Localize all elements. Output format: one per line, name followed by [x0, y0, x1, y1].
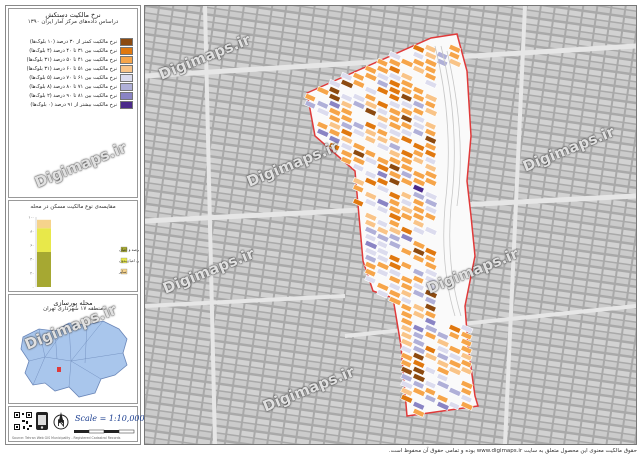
legend-item: نرخ مالکیت بین ۳۱ تا ۴۰ درصد (۴ بلوک‌ها) [13, 46, 133, 55]
chart-legend-label: سایر [118, 269, 127, 274]
legend-label: نرخ مالکیت بین ۶۱ تا ۷۰ درصد (۵ بلوک‌ها) [29, 74, 117, 81]
scale-label: Scale = 1:10,000 [75, 414, 145, 423]
y-tick-label: ۸۰ [30, 230, 34, 234]
legend-swatch [120, 46, 133, 55]
chart-legend-label: ملکی عرصه و اعیان [119, 247, 139, 252]
bar-segment [37, 228, 51, 252]
legend-label: نرخ مالکیت بین ۳۱ تا ۴۰ درصد (۴ بلوک‌ها) [29, 47, 117, 54]
legend-item: نرخ مالکیت بین ۴۱ تا ۵۰ درصد (۳۱ بلوک‌ها… [13, 55, 133, 64]
legend-label: نرخ مالکیت بین ۵۱ تا ۶۰ درصد (۳۱ بلوک‌ها… [26, 65, 117, 72]
scale-panel: Scale = 1:10,000 Source: Tehran Web GIS … [8, 406, 145, 442]
legend-swatch [120, 73, 133, 82]
y-tick-label: ۰ [32, 286, 34, 290]
source-note: Source: Tehran Web GIS Municipality - Re… [12, 436, 121, 440]
legend-title: نرخ مالکیت دستکش [45, 11, 101, 19]
scale-bar [74, 429, 135, 434]
copyright-footer: حقوق مالکیت معنوی این محصول متعلق به سای… [388, 448, 637, 454]
main-map [144, 5, 637, 445]
legend-item: نرخ مالکیت بین ۶۱ تا ۷۰ درصد (۵ بلوک‌ها) [13, 73, 133, 82]
legend-swatch [120, 64, 133, 73]
app-badge-icon [36, 412, 48, 430]
y-tick-label: ۴۰ [30, 258, 34, 262]
map-sidebar: نرخ مالکیت دستکش دراساس داده‌های مرکز آم… [5, 5, 145, 445]
location-subtitle: منطقه ۱۷ شهرداری تهران [43, 306, 103, 312]
location-panel: محله پورسازی منطقه ۱۷ شهرداری تهران [8, 294, 138, 404]
legend-label: نرخ مالکیت کمتر از ۳۰ درصد (۱۰ بلوک‌ها) [29, 38, 117, 45]
y-tick-label: ۲۰ [30, 272, 34, 276]
neighborhood-map [145, 6, 636, 444]
chart-legend-label: ملکی اعیان‌بدون [119, 258, 139, 263]
bar-segment [37, 219, 51, 229]
legend-item: نرخ مالکیت کمتر از ۳۰ درصد (۱۰ بلوک‌ها) [13, 37, 133, 46]
legend-label: نرخ مالکیت بیشتر از ۹۱ درصد (۰ بلوک‌ها) [30, 101, 117, 108]
legend-swatch [120, 37, 133, 46]
qr-code-icon [13, 411, 33, 431]
stacked-bar-chart: ۱۰۰ ۸۰ ۶۰ ۴۰ ۲۰ ۰ ملکی عرصه و اعیان ملکی اعیان‌… [28, 216, 139, 290]
bar-segment [37, 252, 51, 287]
legend-subtitle: دراساس داده‌های مرکز آمار ایران ۱۳۹۰ [27, 19, 119, 25]
ownership-chart-panel: مقایسه‌ی نوع مالکیت مسکن در محله ۱۰۰ ۸۰ ۶۰… [8, 200, 139, 292]
legend-item: نرخ مالکیت بین ۵۱ تا ۶۰ درصد (۳۱ بلوک‌ها… [13, 64, 133, 73]
legend-swatch [120, 91, 133, 100]
legend-swatch [120, 55, 133, 64]
legend-item: نرخ مالکیت بیشتر از ۹۱ درصد (۰ بلوک‌ها) [13, 100, 133, 109]
tehran-locator-map [20, 320, 128, 398]
legend-panel: نرخ مالکیت دستکش دراساس داده‌های مرکز آم… [8, 8, 138, 198]
legend-label: نرخ مالکیت بین ۷۱ تا ۸۰ درصد (۸ بلوک‌ها) [29, 83, 117, 90]
legend-item: نرخ مالکیت بین ۸۱ تا ۹۰ درصد (۲ بلوک‌ها) [13, 91, 133, 100]
y-tick-label: ۱۰۰ [28, 216, 34, 220]
legend-swatch [120, 100, 133, 109]
y-tick-label: ۶۰ [30, 244, 34, 248]
map-sheet: نرخ مالکیت دستکش دراساس داده‌های مرکز آم… [0, 0, 643, 461]
legend-label: نرخ مالکیت بین ۸۱ تا ۹۰ درصد (۲ بلوک‌ها) [29, 92, 117, 99]
neighborhood-marker [57, 367, 61, 372]
north-arrow-icon [53, 412, 69, 430]
chart-title: مقایسه‌ی نوع مالکیت مسکن در محله [30, 204, 116, 210]
legend-list: نرخ مالکیت کمتر از ۳۰ درصد (۱۰ بلوک‌ها) ن… [13, 37, 133, 109]
legend-item: نرخ مالکیت بین ۷۱ تا ۸۰ درصد (۸ بلوک‌ها) [13, 82, 133, 91]
legend-swatch [120, 82, 133, 91]
legend-label: نرخ مالکیت بین ۴۱ تا ۵۰ درصد (۳۱ بلوک‌ها… [26, 56, 117, 63]
